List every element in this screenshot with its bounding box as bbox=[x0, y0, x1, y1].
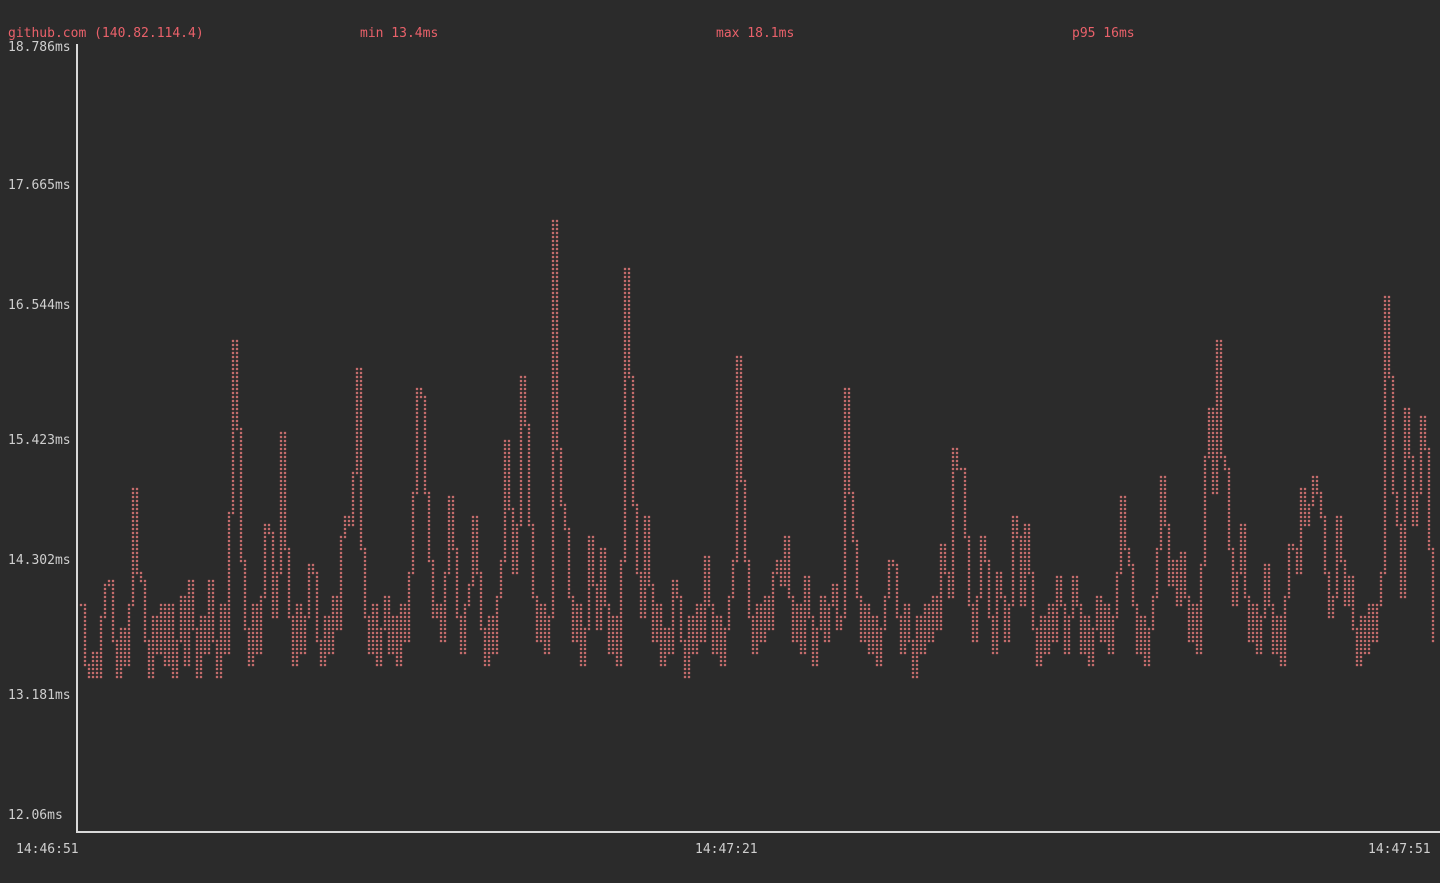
y-tick-label: 16.544ms bbox=[8, 298, 71, 314]
y-tick-label: 15.423ms bbox=[8, 433, 71, 449]
x-tick-label-end: 14:47:51 bbox=[1368, 842, 1431, 858]
x-tick-label-start: 14:46:51 bbox=[16, 842, 79, 858]
x-axis-line bbox=[76, 831, 1440, 833]
y-tick-label: 13.181ms bbox=[8, 688, 71, 704]
y-tick-label: 18.786ms bbox=[8, 40, 71, 56]
y-tick-label: 17.665ms bbox=[8, 178, 71, 194]
y-axis-line bbox=[76, 44, 78, 833]
stat-p95: p95 16ms bbox=[1072, 26, 1135, 42]
stat-min: min 13.4ms bbox=[360, 26, 438, 42]
gping-terminal-window: github.com (140.82.114.4) min 13.4ms max… bbox=[0, 0, 1440, 883]
y-tick-label: 12.06ms bbox=[8, 808, 63, 824]
x-tick-label-mid: 14:47:21 bbox=[695, 842, 758, 858]
y-tick-label: 14.302ms bbox=[8, 553, 71, 569]
latency-plot-canvas bbox=[0, 0, 1440, 883]
stat-max: max 18.1ms bbox=[716, 26, 794, 42]
